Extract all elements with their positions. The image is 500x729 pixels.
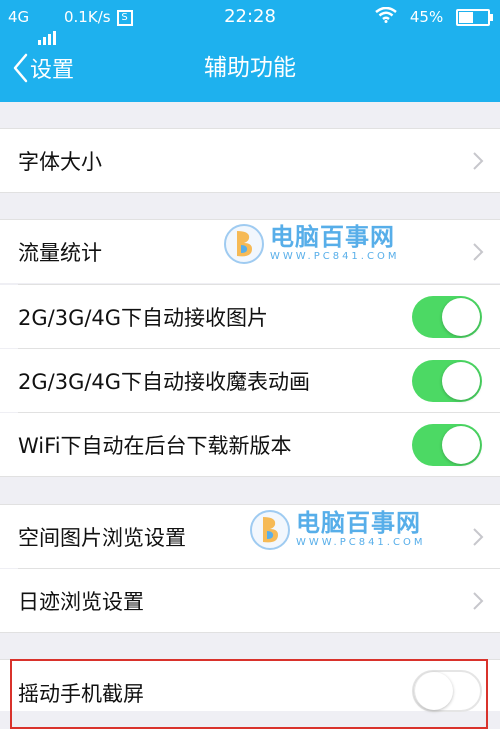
battery-icon	[456, 9, 493, 26]
chevron-right-icon	[473, 152, 484, 170]
setting-row-wifi-auto-download: WiFi下自动在后台下载新版本	[0, 413, 500, 476]
toggle-knob	[442, 361, 480, 400]
chevron-right-icon	[473, 528, 484, 546]
wifi-icon	[375, 1, 397, 35]
watermark-url: WWW.PC841.COM	[270, 251, 400, 262]
status-right: 45%	[375, 0, 493, 35]
wifi-auto-download-toggle[interactable]	[412, 423, 482, 466]
setting-label: 字体大小	[18, 149, 102, 174]
watermark: 电脑百事网 WWW.PC841.COM	[248, 508, 425, 552]
section-divider	[0, 476, 500, 477]
setting-row-auto-receive-magic: 2G/3G/4G下自动接收魔表动画	[0, 349, 500, 412]
watermark-brand: 电脑百事网	[270, 223, 395, 251]
setting-label: 日迹浏览设置	[18, 589, 144, 614]
watermark-logo-icon	[250, 510, 290, 550]
setting-row-auto-receive-images: 2G/3G/4G下自动接收图片	[0, 285, 500, 348]
highlight-box	[10, 659, 488, 729]
watermark: 电脑百事网 WWW.PC841.COM	[222, 222, 399, 266]
auto-receive-images-toggle[interactable]	[412, 295, 482, 338]
setting-row-font-size[interactable]: 字体大小	[0, 129, 500, 192]
toggle-knob	[442, 425, 480, 464]
watermark-logo-icon	[224, 224, 264, 264]
watermark-url: WWW.PC841.COM	[296, 537, 426, 548]
auto-receive-magic-toggle[interactable]	[412, 359, 482, 402]
setting-label: 流量统计	[18, 240, 102, 265]
app-header: 4G 0.1K/s S 22:28 45% 设置 辅助功能	[0, 0, 500, 102]
setting-label: 2G/3G/4G下自动接收图片	[18, 305, 269, 330]
setting-label: 空间图片浏览设置	[18, 525, 186, 550]
toggle-knob	[442, 297, 480, 336]
battery-percent: 45%	[409, 8, 444, 26]
setting-label: WiFi下自动在后台下载新版本	[18, 433, 292, 458]
section-divider	[0, 632, 500, 633]
section-divider	[0, 192, 500, 193]
page-title: 辅助功能	[204, 55, 296, 81]
watermark-brand: 电脑百事网	[296, 509, 421, 537]
nav-bar: 设置 辅助功能	[0, 34, 500, 102]
setting-label: 2G/3G/4G下自动接收魔表动画	[18, 369, 311, 394]
chevron-right-icon	[473, 592, 484, 610]
status-bar: 4G 0.1K/s S 22:28 45%	[0, 0, 500, 45]
setting-row-footprint-browse[interactable]: 日迹浏览设置	[0, 569, 500, 632]
chevron-right-icon	[473, 243, 484, 261]
